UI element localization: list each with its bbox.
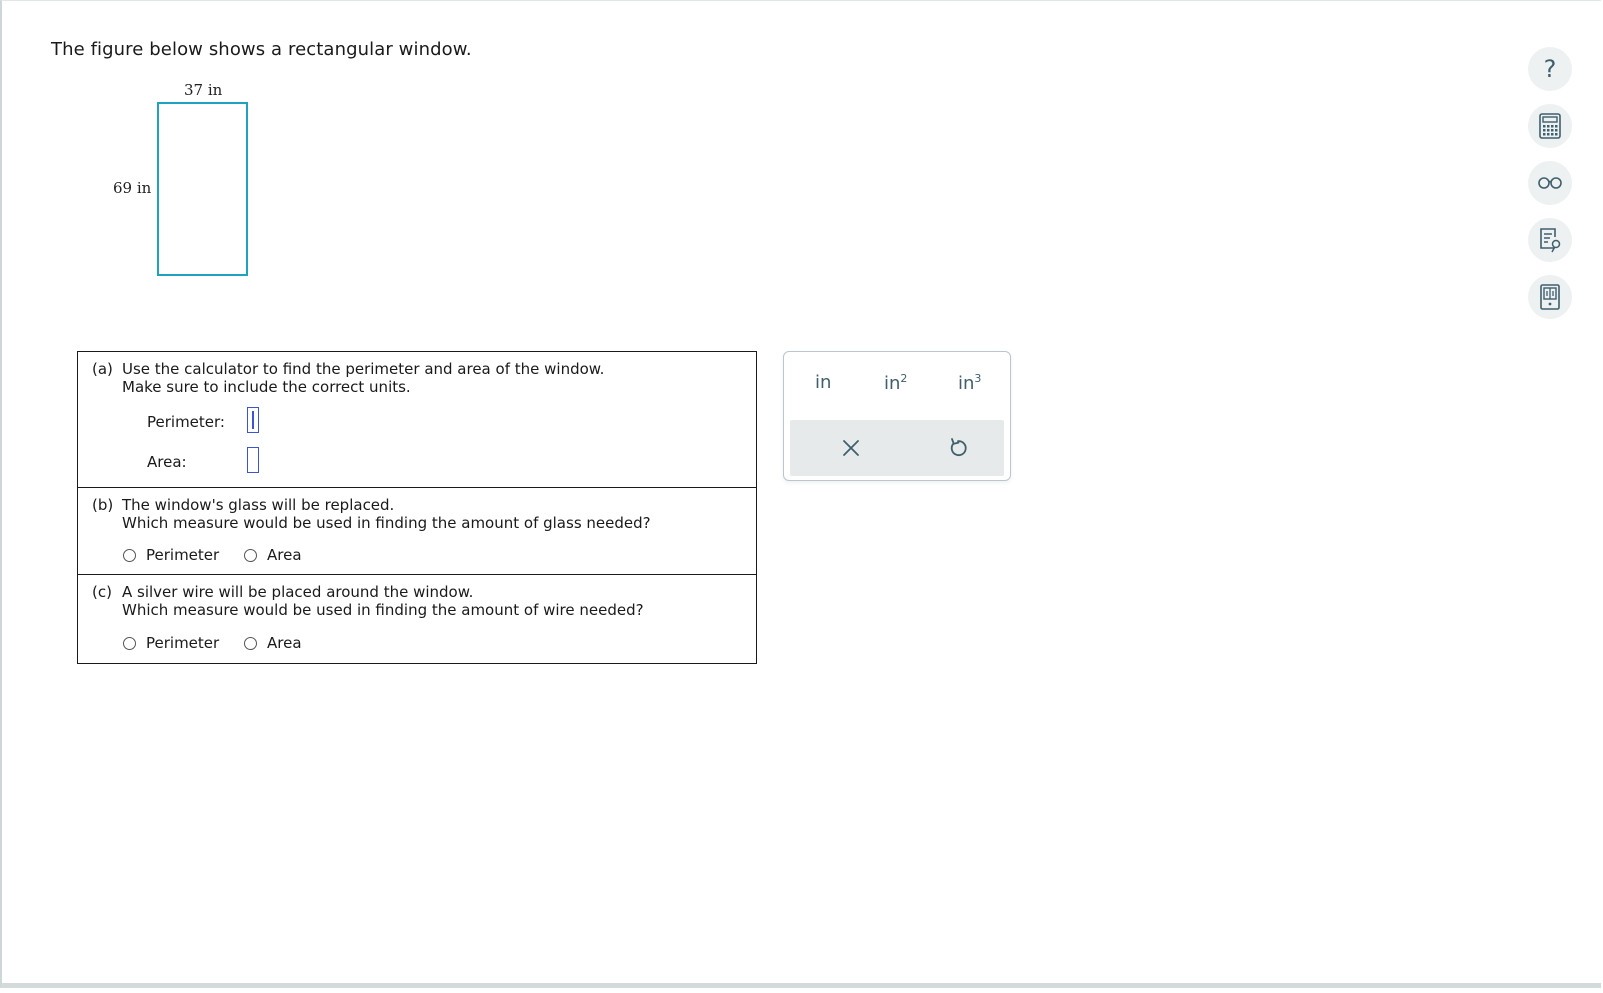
radio-label: Perimeter bbox=[146, 634, 220, 652]
close-icon bbox=[843, 440, 859, 456]
book-icon bbox=[1540, 284, 1560, 310]
radio-circle[interactable] bbox=[123, 548, 136, 562]
reader-button[interactable] bbox=[1528, 161, 1572, 205]
undo-button[interactable] bbox=[943, 433, 973, 463]
part-b-line2: Which measure would be used in finding t… bbox=[122, 514, 651, 532]
part-a-line2: Make sure to include the correct units. bbox=[122, 378, 411, 396]
document-search-icon bbox=[1540, 228, 1561, 253]
part-b-text: (b) The window's glass will be replaced. … bbox=[92, 496, 651, 532]
clear-button[interactable] bbox=[836, 433, 866, 463]
part-b-letter: (b) bbox=[92, 496, 114, 514]
unit-in-label: in bbox=[815, 372, 832, 393]
part-c-letter: (c) bbox=[92, 583, 112, 601]
textbook-button[interactable] bbox=[1528, 275, 1572, 319]
radio-circle[interactable] bbox=[244, 636, 257, 650]
unit-in3-base: in bbox=[958, 373, 975, 394]
part-c-perimeter-radio[interactable]: Perimeter bbox=[123, 634, 219, 652]
height-label: 69 in bbox=[113, 179, 152, 197]
unit-in2-base: in bbox=[884, 373, 901, 394]
width-label: 37 in bbox=[184, 81, 223, 99]
area-label: Area: bbox=[147, 453, 187, 471]
part-a-section: (a) Use the calculator to find the perime… bbox=[78, 352, 756, 488]
part-c-area-radio[interactable]: Area bbox=[244, 634, 302, 652]
radio-label: Perimeter bbox=[146, 546, 220, 564]
part-b-section: (b) The window's glass will be replaced. … bbox=[78, 488, 756, 575]
part-a-letter: (a) bbox=[92, 360, 113, 378]
unit-in3-button[interactable]: in3 bbox=[958, 372, 981, 394]
unit-in2-exponent: 2 bbox=[900, 372, 908, 385]
help-button[interactable]: ? bbox=[1528, 47, 1572, 91]
part-b-perimeter-radio[interactable]: Perimeter bbox=[123, 546, 219, 564]
part-a-line1: Use the calculator to find the perimeter… bbox=[122, 360, 605, 378]
problem-intro: The figure below shows a rectangular win… bbox=[51, 39, 472, 60]
radio-label: Area bbox=[267, 634, 302, 652]
palette-action-bar bbox=[790, 420, 1004, 476]
window-rectangle bbox=[157, 102, 248, 276]
question-icon: ? bbox=[1543, 55, 1557, 83]
unit-palette: in in2 in3 bbox=[783, 351, 1011, 481]
calculator-icon bbox=[1539, 113, 1561, 139]
undo-icon bbox=[950, 438, 967, 456]
part-c-text: (c) A silver wire will be placed around t… bbox=[92, 583, 644, 619]
part-c-line2: Which measure would be used in finding t… bbox=[122, 601, 644, 619]
part-c-section: (c) A silver wire will be placed around t… bbox=[78, 575, 756, 663]
radio-label: Area bbox=[267, 546, 302, 564]
question-box: (a) Use the calculator to find the perime… bbox=[77, 351, 757, 664]
unit-in3-exponent: 3 bbox=[974, 372, 982, 385]
perimeter-input[interactable] bbox=[247, 407, 259, 433]
unit-in-button[interactable]: in bbox=[815, 372, 831, 393]
part-b-line1: The window's glass will be replaced. bbox=[122, 496, 395, 514]
part-b-area-radio[interactable]: Area bbox=[244, 546, 302, 564]
calculator-button[interactable] bbox=[1528, 104, 1572, 148]
unit-in2-button[interactable]: in2 bbox=[884, 372, 907, 394]
notes-button[interactable] bbox=[1528, 218, 1572, 262]
perimeter-label: Perimeter: bbox=[147, 413, 225, 431]
glasses-icon bbox=[1538, 177, 1562, 189]
radio-circle[interactable] bbox=[123, 636, 136, 650]
radio-circle[interactable] bbox=[244, 548, 257, 562]
text-cursor bbox=[251, 411, 254, 429]
part-a-text: (a) Use the calculator to find the perime… bbox=[92, 360, 604, 396]
part-c-line1: A silver wire will be placed around the … bbox=[122, 583, 474, 601]
area-input[interactable] bbox=[247, 447, 259, 473]
